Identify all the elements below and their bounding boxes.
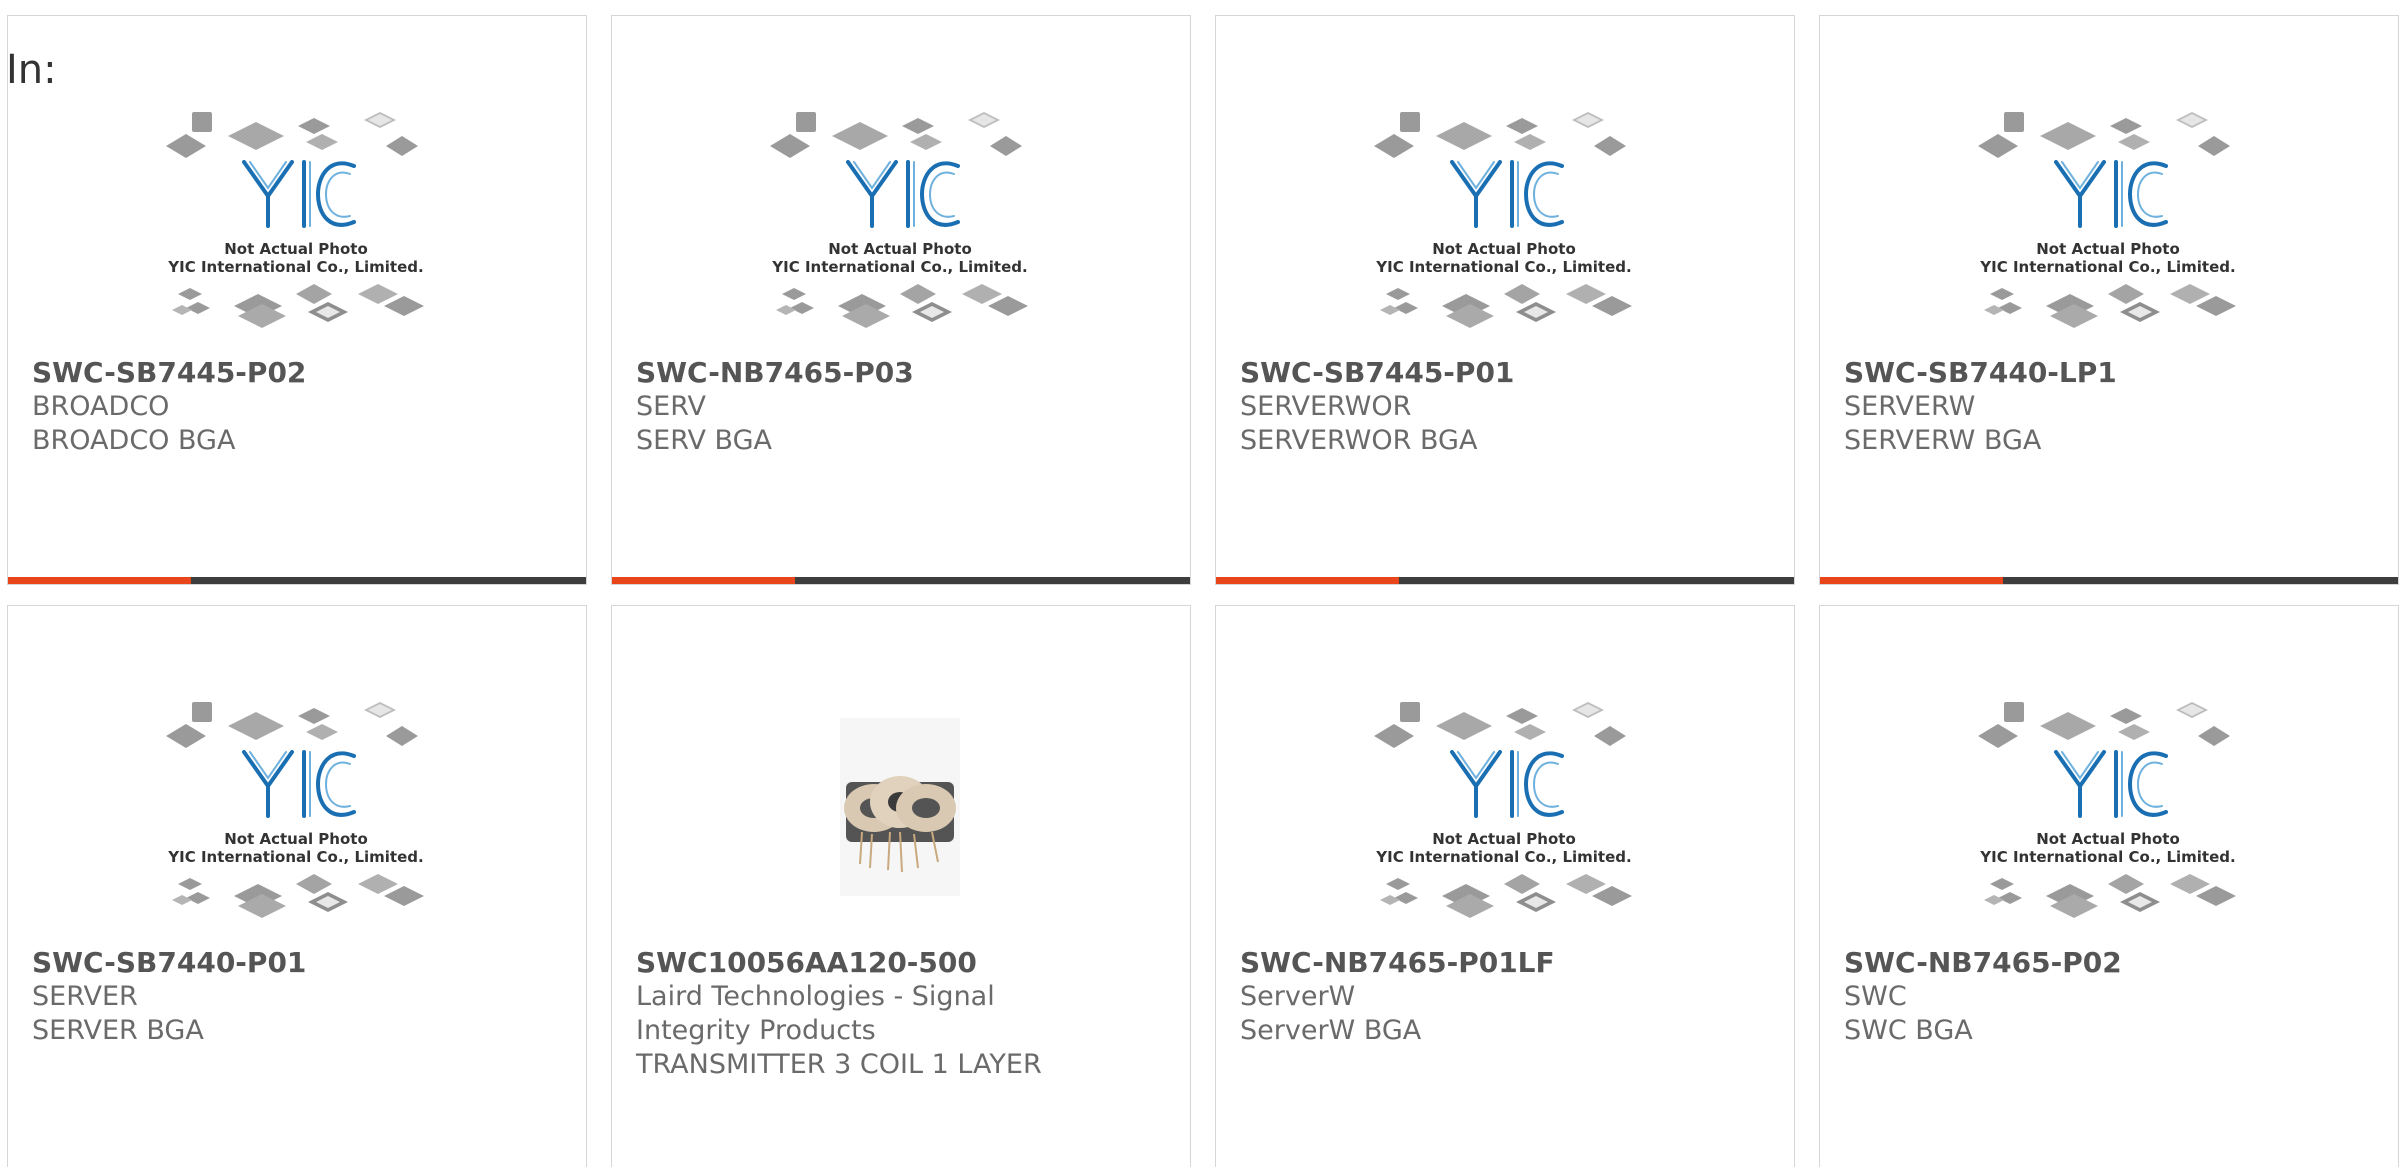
- product-grid: SWC-SB7445-P02 BROADCO BROADCO BGA SWC-N…: [7, 15, 2399, 1167]
- filter-in-label: In:: [6, 47, 57, 93]
- card-footer-bar: [1216, 577, 1794, 584]
- product-placeholder-image: [1970, 96, 2246, 346]
- product-info: SWC10056AA120-500 Laird Technologies - S…: [636, 946, 1156, 1082]
- product-manufacturer: SERV: [636, 391, 706, 422]
- product-placeholder-image: [1366, 96, 1642, 346]
- product-grid-page: In: SWC-SB7445-P02 BROADCO BROADCO BGA S…: [0, 0, 2400, 1167]
- product-description: SWC BGA: [1844, 1015, 1973, 1046]
- card-accent-bar: [8, 577, 191, 584]
- product-card[interactable]: SWC-NB7465-P02 SWC SWC BGA: [1819, 605, 2399, 1167]
- product-part-number[interactable]: SWC-NB7465-P01LF: [1240, 946, 1760, 980]
- product-manufacturer: ServerW: [1240, 981, 1356, 1012]
- product-info: SWC-SB7440-LP1 SERVERW SERVERW BGA: [1844, 356, 2364, 458]
- product-placeholder-image: [158, 96, 434, 346]
- card-accent-bar: [612, 577, 795, 584]
- product-part-number[interactable]: SWC-NB7465-P02: [1844, 946, 2364, 980]
- product-manufacturer: SERVERWOR: [1240, 391, 1412, 422]
- card-accent-bar: [1820, 577, 2003, 584]
- product-card[interactable]: SWC10056AA120-500 Laird Technologies - S…: [611, 605, 1191, 1167]
- card-accent-bar: [1216, 577, 1399, 584]
- product-manufacturer-continued: Integrity Products: [636, 1015, 876, 1046]
- product-card[interactable]: SWC-NB7465-P03 SERV SERV BGA: [611, 15, 1191, 585]
- product-description: SERVERW BGA: [1844, 425, 2042, 456]
- product-part-number[interactable]: SWC-SB7445-P02: [32, 356, 552, 390]
- product-info: SWC-NB7465-P01LF ServerW ServerW BGA: [1240, 946, 1760, 1048]
- product-card[interactable]: SWC-SB7445-P01 SERVERWOR SERVERWOR BGA: [1215, 15, 1795, 585]
- product-manufacturer: SWC: [1844, 981, 1907, 1012]
- product-placeholder-image: [158, 686, 434, 936]
- product-manufacturer: BROADCO: [32, 391, 170, 422]
- product-part-number[interactable]: SWC10056AA120-500: [636, 946, 1156, 980]
- card-footer-bar: [612, 577, 1190, 584]
- product-description: BROADCO BGA: [32, 425, 236, 456]
- product-description: SERVERWOR BGA: [1240, 425, 1478, 456]
- product-description: SERVER BGA: [32, 1015, 204, 1046]
- product-card[interactable]: SWC-NB7465-P01LF ServerW ServerW BGA: [1215, 605, 1795, 1167]
- product-description: TRANSMITTER 3 COIL 1 LAYER: [636, 1049, 1042, 1080]
- product-info: SWC-SB7440-P01 SERVER SERVER BGA: [32, 946, 552, 1048]
- card-footer-bar: [1820, 577, 2398, 584]
- product-manufacturer: SERVERW: [1844, 391, 1976, 422]
- product-part-number[interactable]: SWC-SB7445-P01: [1240, 356, 1760, 390]
- product-manufacturer: Laird Technologies - Signal: [636, 981, 995, 1012]
- product-part-number[interactable]: SWC-SB7440-P01: [32, 946, 552, 980]
- product-placeholder-image: [762, 96, 1038, 346]
- card-footer-bar: [8, 577, 586, 584]
- product-description: SERV BGA: [636, 425, 772, 456]
- product-part-number[interactable]: SWC-NB7465-P03: [636, 356, 1156, 390]
- product-placeholder-image: [1970, 686, 2246, 936]
- product-part-number[interactable]: SWC-SB7440-LP1: [1844, 356, 2364, 390]
- product-card[interactable]: SWC-SB7445-P02 BROADCO BROADCO BGA: [7, 15, 587, 585]
- product-manufacturer: SERVER: [32, 981, 138, 1012]
- product-card[interactable]: SWC-SB7440-LP1 SERVERW SERVERW BGA: [1819, 15, 2399, 585]
- product-photo: [762, 686, 1038, 936]
- product-info: SWC-NB7465-P02 SWC SWC BGA: [1844, 946, 2364, 1048]
- product-info: SWC-SB7445-P02 BROADCO BROADCO BGA: [32, 356, 552, 458]
- product-info: SWC-NB7465-P03 SERV SERV BGA: [636, 356, 1156, 458]
- product-card[interactable]: SWC-SB7440-P01 SERVER SERVER BGA: [7, 605, 587, 1167]
- product-info: SWC-SB7445-P01 SERVERWOR SERVERWOR BGA: [1240, 356, 1760, 458]
- product-description: ServerW BGA: [1240, 1015, 1422, 1046]
- product-placeholder-image: [1366, 686, 1642, 936]
